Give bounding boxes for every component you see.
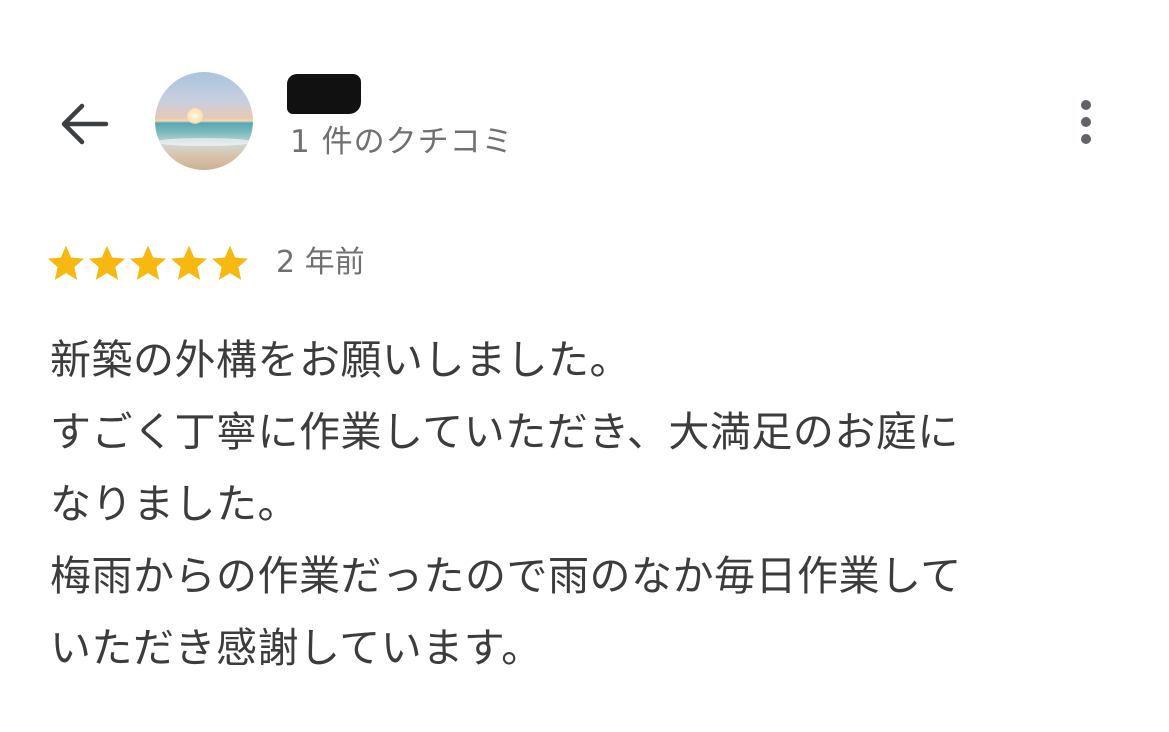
more-options-button[interactable] (1064, 92, 1108, 152)
review-text-line: いただき感謝しています。 (50, 624, 543, 672)
star-icon (130, 245, 166, 280)
review-time: 2 年前 (276, 245, 365, 280)
review-text-line: なりました。 (50, 480, 299, 528)
review-text-line: 梅雨からの作業だったので雨のなか毎日作業して (50, 552, 962, 600)
review-text-line: 新築の外構をお願いしました。 (50, 336, 631, 384)
star-icon (212, 245, 248, 280)
avatar[interactable] (155, 72, 253, 170)
more-vertical-icon (1081, 100, 1091, 110)
arrow-back-icon (61, 103, 109, 145)
star-icon (48, 245, 84, 280)
more-vertical-icon (1081, 117, 1091, 127)
review-count: 1 件のクチコミ (290, 124, 514, 160)
back-button[interactable] (54, 96, 114, 152)
review-text-line: すごく丁寧に作業していただき、大満足のお庭に (50, 408, 959, 456)
avatar-wave (155, 138, 253, 146)
avatar-sun (187, 108, 203, 124)
more-vertical-icon (1081, 134, 1091, 144)
star-rating (46, 243, 250, 283)
reviewer-name-redacted[interactable] (287, 74, 361, 114)
star-icon (171, 245, 207, 280)
star-icon (89, 245, 125, 280)
review-text: 新築の外構をお願いしました。 すごく丁寧に作業していただき、大満足のお庭に なり… (50, 324, 1140, 684)
